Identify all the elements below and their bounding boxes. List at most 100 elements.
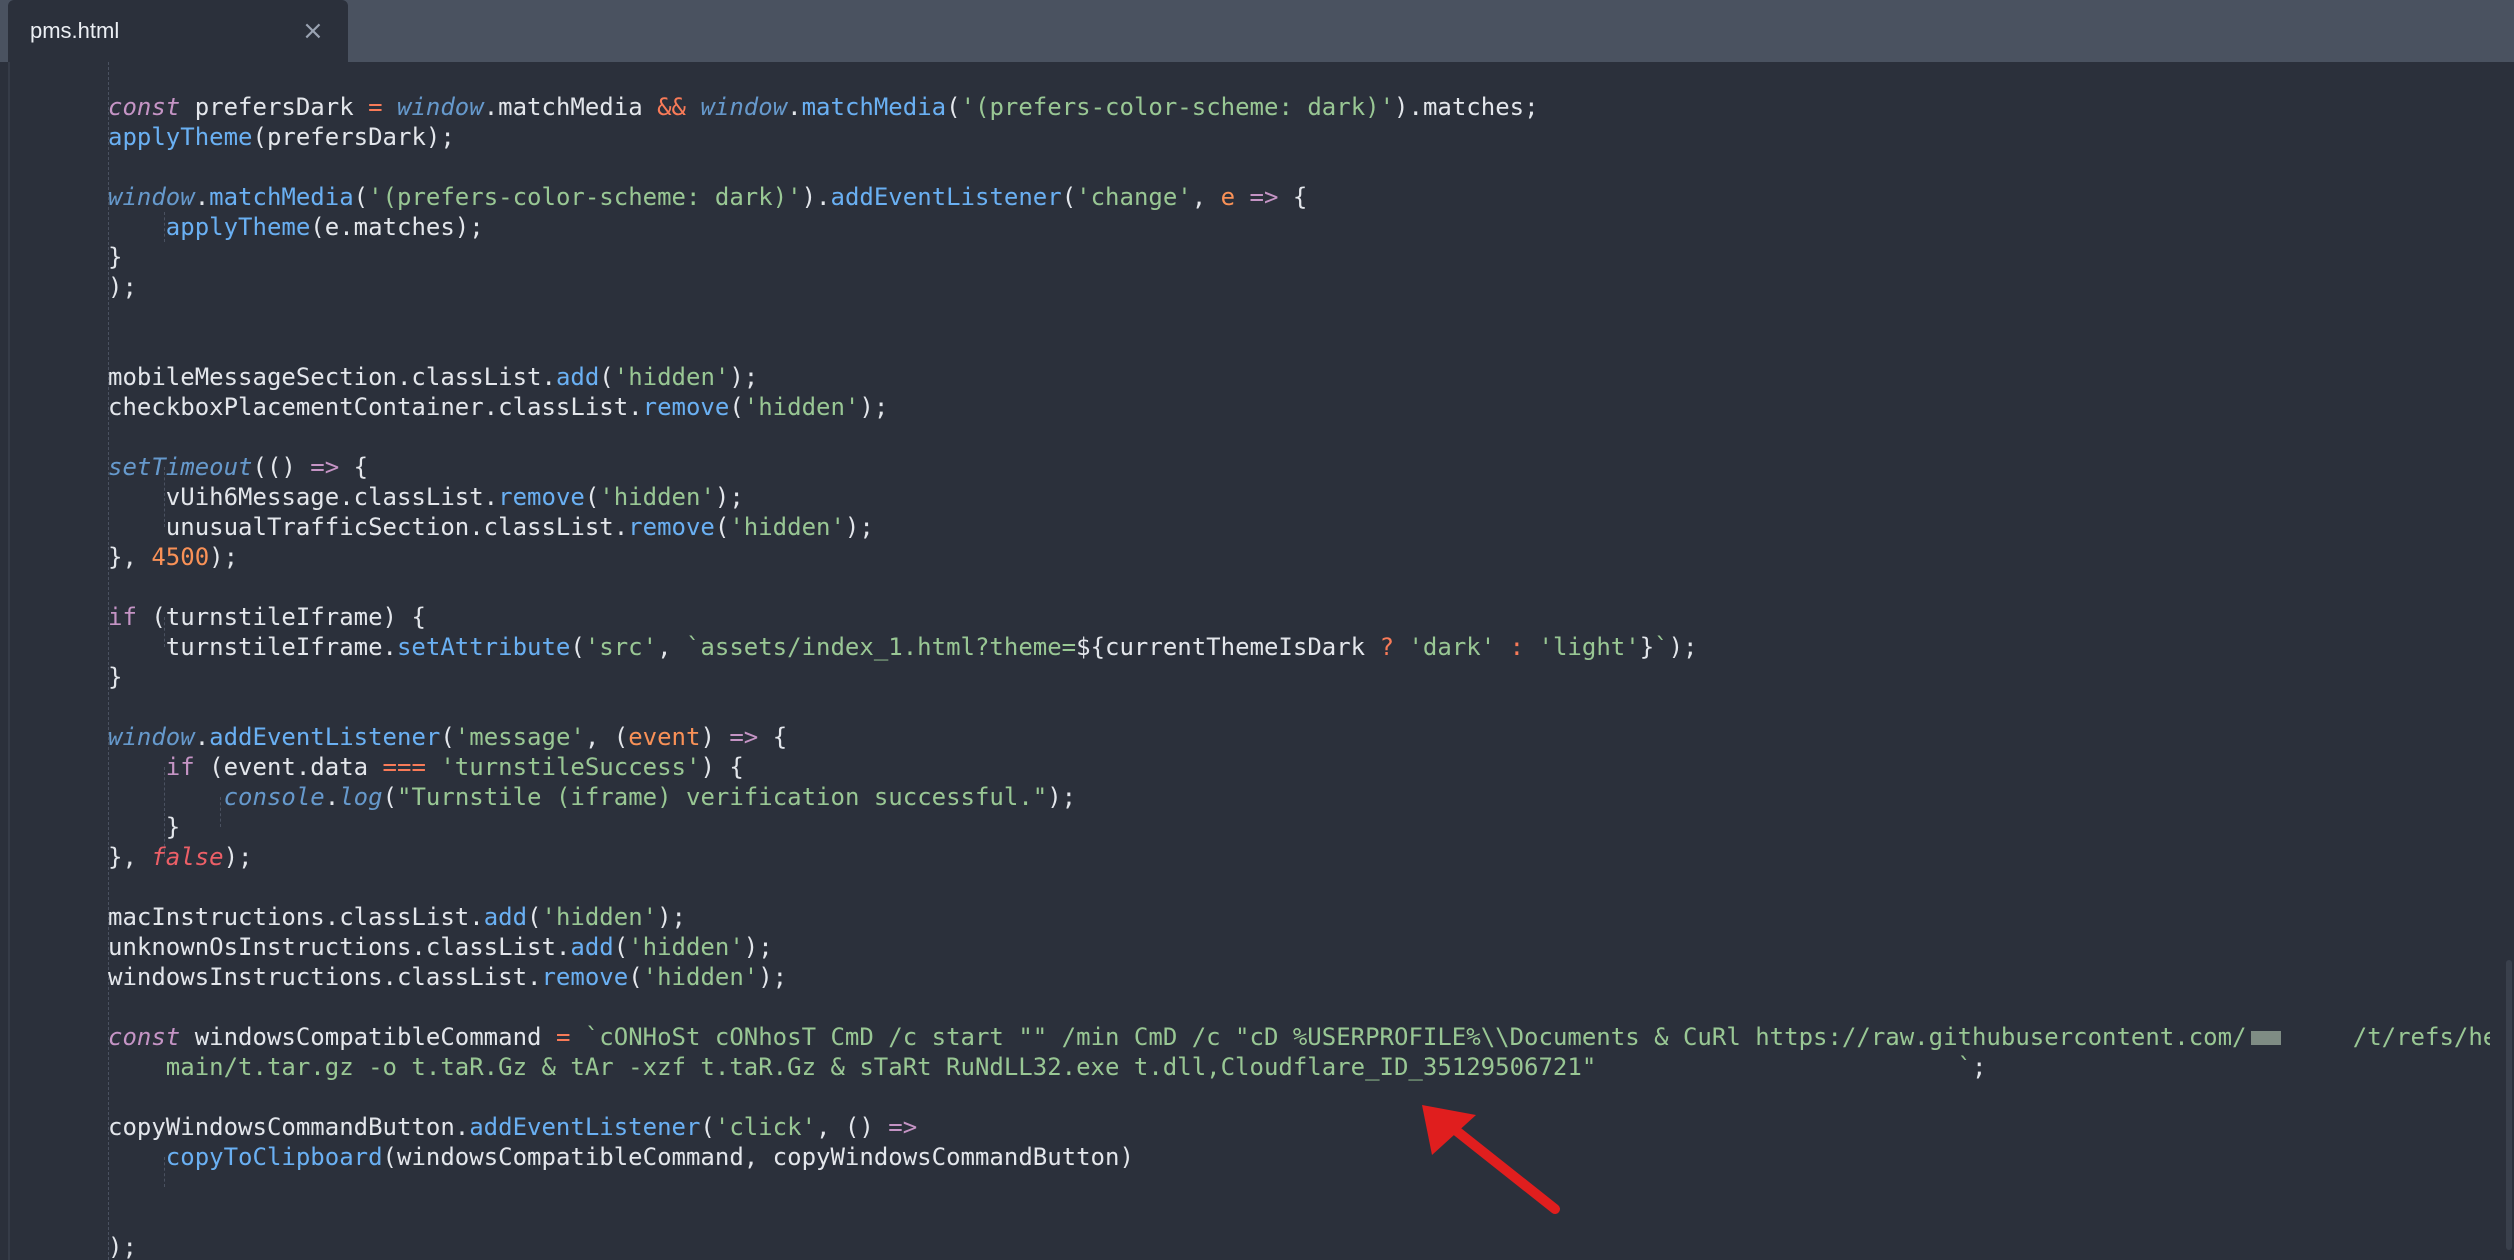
- code-line: applyTheme(prefersDark);: [108, 122, 455, 152]
- code-token: .: [194, 183, 210, 211]
- code-token: {: [339, 453, 369, 481]
- code-token: (: [1061, 183, 1077, 211]
- code-token: addEventListener: [209, 723, 441, 751]
- code-token: (: [613, 933, 629, 961]
- redacted-block: [2250, 1031, 2281, 1045]
- code-token: (: [570, 633, 585, 661]
- code-token: );: [859, 393, 889, 421]
- code-token: const: [108, 1023, 181, 1051]
- scrollbar-thumb[interactable]: [2506, 960, 2512, 1250]
- code-token: 'turnstileSuccess': [440, 753, 701, 781]
- code-token: );: [714, 483, 744, 511]
- code-token: (: [946, 93, 961, 121]
- code-line: window.matchMedia ( '(prefers-color-scheme…: [108, 182, 1307, 212]
- code-token: }: [108, 813, 181, 841]
- code-token: ,: [1191, 183, 1221, 211]
- code-token: .: [194, 723, 210, 751]
- code-token: =>: [1249, 183, 1279, 211]
- code-token: );: [1668, 633, 1698, 661]
- code-token: (windowsCompatibleCommand, copyWindowsCo…: [382, 1143, 1134, 1171]
- code-token: if: [165, 753, 195, 781]
- code-token: event: [628, 723, 701, 751]
- code-line: checkboxPlacementContainer.classList.rem…: [108, 392, 888, 422]
- tab-title[interactable]: pms.html: [30, 0, 119, 62]
- code-token: 'message': [454, 723, 585, 751]
- code-token: .matchMedia: [483, 93, 658, 121]
- code-line: vUih6Message.classList.remove('hidden');: [108, 482, 744, 512]
- code-token: setTimeout: [108, 453, 253, 481]
- code-token: if: [108, 603, 137, 631]
- code-token: applyTheme: [165, 213, 311, 241]
- code-token: window: [108, 723, 195, 751]
- code-token: window: [700, 93, 788, 121]
- code-token: (prefersDark);: [252, 123, 455, 151]
- code-token: remove: [642, 393, 730, 421]
- code-token: =: [368, 93, 383, 121]
- code-token: e: [1220, 183, 1236, 211]
- code-token: '(prefers-color-scheme: dark)': [368, 183, 802, 211]
- code-token: );: [758, 963, 788, 991]
- code-editor[interactable]: const prefersDark = window.matchMedia &&…: [0, 62, 2490, 1260]
- code-line: copyWindowsCommandButton.addEventListene…: [108, 1112, 917, 1142]
- code-token: window: [108, 183, 195, 211]
- red-arrow-annotation: [1422, 1105, 1560, 1214]
- code-line: }: [108, 662, 122, 692]
- code-line: }, 4500);: [108, 542, 238, 572]
- code-token: turnstileIframe.: [108, 633, 397, 661]
- code-token: matchMedia: [209, 183, 354, 211]
- code-token: const: [108, 93, 181, 121]
- code-token: (: [700, 1113, 715, 1141]
- code-line: );: [108, 1232, 137, 1260]
- code-token: );: [743, 933, 773, 961]
- code-token: `assets/index_1.html?theme=: [685, 633, 1077, 661]
- code-token: 'dark': [1408, 633, 1496, 661]
- code-line: windowsInstructions.classList.remove('hi…: [108, 962, 787, 992]
- close-icon[interactable]: ×: [302, 0, 324, 62]
- code-token: );: [1047, 783, 1077, 811]
- code-token: (: [628, 963, 643, 991]
- code-token: console: [223, 783, 325, 811]
- code-token: setAttribute: [396, 633, 571, 661]
- code-token: );: [108, 273, 137, 301]
- code-token: .: [787, 93, 802, 121]
- code-line: if (event.data === 'turnstileSuccess') {: [108, 752, 744, 782]
- code-token: unusualTrafficSection.classList.: [108, 513, 629, 541]
- code-line: window.addEventListener('message', (even…: [108, 722, 787, 752]
- code-line: macInstructions.classList.add('hidden');: [108, 902, 686, 932]
- code-token: }: [108, 663, 123, 691]
- code-token: (event.data: [194, 753, 383, 781]
- code-line: const prefersDark = window.matchMedia &&…: [108, 92, 1539, 122]
- code-token: 'change': [1076, 183, 1192, 211]
- code-token: mobileMessageSection.classList.: [108, 363, 556, 391]
- code-line: turnstileIframe.setAttribute('src', `ass…: [108, 632, 1698, 662]
- code-token: =>: [888, 1113, 918, 1141]
- code-token: copyToClipboard: [165, 1143, 383, 1171]
- code-token: ?: [1379, 633, 1395, 661]
- code-line: applyTheme(e.matches);: [108, 212, 484, 242]
- code-token: ,: [657, 633, 686, 661]
- code-token: 'hidden': [628, 933, 744, 961]
- code-token: ${currentThemeIsDark: [1076, 633, 1380, 661]
- code-token: vUih6Message.classList.: [108, 483, 499, 511]
- code-token: }: [1639, 633, 1655, 661]
- code-token: },: [108, 843, 152, 871]
- file-tab[interactable]: pms.html ×: [8, 0, 348, 62]
- code-token: 'hidden': [729, 513, 845, 541]
- code-token: =: [555, 1023, 571, 1051]
- code-token: window: [397, 93, 484, 121]
- code-token: =>: [310, 453, 340, 481]
- code-token: );: [844, 513, 874, 541]
- code-line: unusualTrafficSection.classList.remove('…: [108, 512, 874, 542]
- code-token: , (): [816, 1113, 889, 1141]
- code-token: matchMedia: [801, 93, 947, 121]
- code-token: {: [1278, 183, 1308, 211]
- code-token: (: [729, 393, 744, 421]
